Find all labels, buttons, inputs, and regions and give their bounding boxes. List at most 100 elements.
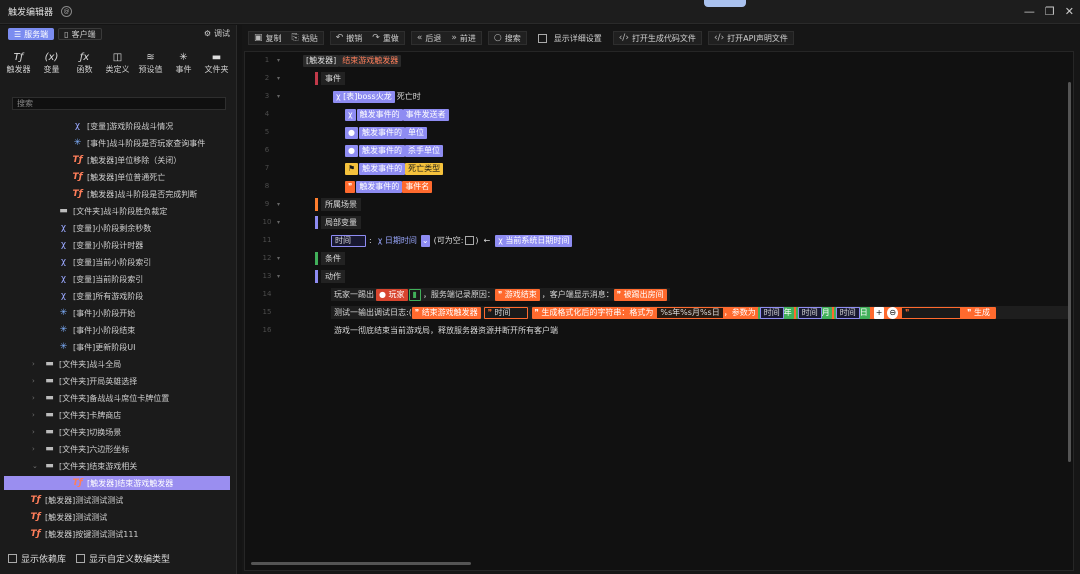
scene-section[interactable]: 所属场景 [315, 198, 361, 211]
tree-item[interactable]: › ▬ [文件夹]备战战斗席位卡牌位置 [0, 391, 237, 405]
tree-item[interactable]: χ [变量]小阶段剩余秒数 [0, 221, 237, 235]
format-string[interactable]: %s年%s月%s日 [656, 306, 724, 319]
local-var-name[interactable]: 时间 [331, 234, 366, 247]
action-end-game[interactable]: 游戏一彻底结束当前游戏局，释放服务器资源并断开所有客户端 [331, 324, 561, 337]
action-debug-log[interactable]: 测试一输出调试日志:( ❞ 结束游戏触发器 ❞ 时间 ❞ 生成格式化后的字符串：… [331, 306, 1071, 319]
reason-param[interactable]: ❞ 游戏结束 [494, 288, 540, 301]
new-class-button[interactable]: ◫ 类定义 [101, 52, 134, 75]
tree-item[interactable]: χ [变量]游戏阶段战斗情况 [0, 119, 237, 133]
tree-item[interactable]: Tƒ [触发器]结束游戏触发器 [4, 476, 230, 490]
param-day[interactable]: 时间日 [833, 306, 870, 319]
expand-arrow-icon[interactable]: ⌄ [32, 462, 40, 470]
tree-item[interactable]: Tƒ [触发器]战斗阶段是否完成判断 [0, 187, 237, 201]
tab-server[interactable]: ☰ 服务端 [8, 28, 55, 40]
tree-item[interactable]: › ▬ [文件夹]切换场景 [0, 425, 237, 439]
tree-item[interactable]: Tƒ [触发器]测试测试测试 [0, 493, 237, 507]
empty-string-param[interactable]: ❞ [901, 306, 962, 319]
show-detail-checkbox[interactable]: 显示详细设置 [533, 31, 607, 45]
undo-button[interactable]: ↶ 撤销 [331, 32, 368, 44]
redo-button[interactable]: ↷ 重做 [367, 32, 404, 44]
tree-item[interactable]: χ [变量]当前小阶段索引 [0, 255, 237, 269]
tree-item[interactable]: ✳ [事件]小阶段开始 [0, 306, 237, 320]
event-param[interactable]: ⚑ 触发事件的 死亡类型 [345, 162, 444, 175]
tree-item[interactable]: χ [变量]当前阶段索引 [0, 272, 237, 286]
generate-param[interactable]: ❞ 生成 [964, 307, 993, 319]
new-function-button[interactable]: ƒx 函数 [68, 52, 101, 75]
restore-button[interactable]: ❐ [1045, 5, 1055, 18]
tree-item[interactable]: › ▬ [文件夹]开局英雄选择 [0, 374, 237, 388]
search-input[interactable]: 搜索 [12, 97, 226, 110]
tree-item[interactable]: ✳ [事件]战斗阶段是否玩家查询事件 [0, 136, 237, 150]
message-param[interactable]: ❞ 被踢出房间 [613, 288, 667, 301]
local-var-type[interactable]: χ 日期时间 [375, 235, 420, 247]
forward-button[interactable]: » 前进 [446, 32, 481, 44]
expand-arrow-icon[interactable]: › [32, 445, 40, 453]
condition-section[interactable]: 条件 [315, 252, 345, 265]
chevron-down-icon[interactable]: ⌄ [420, 234, 430, 247]
local-var-value[interactable]: χ 当前系统日期时间 [495, 234, 573, 247]
action-kick-player[interactable]: 玩家一踢出 ● 玩家 ▮ ，服务端记录原因： ❞ 游戏结束 ，客户端显示消息： … [331, 288, 670, 301]
vertical-scrollbar[interactable] [1068, 82, 1071, 462]
open-gen-code-button[interactable]: ‹/› 打开生成代码文件 [614, 32, 701, 44]
tree-item[interactable]: ▬ [文件夹]战斗阶段胜负裁定 [0, 204, 237, 218]
expand-arrow-icon[interactable]: › [32, 360, 40, 368]
param-year[interactable]: 时间年 [757, 306, 794, 319]
tree-item[interactable]: ✳ [事件]小阶段结束 [0, 323, 237, 337]
tree-item[interactable]: › ▬ [文件夹]六边形坐标 [0, 442, 237, 456]
fold-icon[interactable]: ▾ [277, 255, 280, 262]
fold-icon[interactable]: ▾ [277, 75, 280, 82]
paste-button[interactable]: ⎘ 粘贴 [287, 32, 323, 44]
format-function[interactable]: ❞ 生成格式化后的字符串：格式为 %s年%s月%s日 ，参数为 时间年 时间月 … [531, 306, 996, 319]
new-trigger-button[interactable]: Tƒ 触发器 [2, 52, 35, 75]
action-section[interactable]: 动作 [315, 270, 345, 283]
log-string-param[interactable]: ❞ 结束游戏触发器 [411, 306, 481, 319]
close-button[interactable]: ✕ [1065, 5, 1074, 18]
event-section[interactable]: 事件 [315, 72, 345, 85]
open-api-button[interactable]: ‹/› 打开API声明文件 [709, 32, 793, 44]
new-folder-button[interactable]: ▬ 文件夹 [200, 52, 233, 75]
expand-arrow-icon[interactable]: › [32, 411, 40, 419]
player-param[interactable]: ● 玩家 [376, 288, 408, 301]
debug-button[interactable]: ⚙ 调试 [204, 28, 230, 39]
expand-arrow-icon[interactable]: › [32, 377, 40, 385]
back-button[interactable]: «后退 [412, 32, 447, 44]
tree-item[interactable]: Tƒ [触发器]单位移除（关闭） [0, 153, 237, 167]
minimize-button[interactable]: — [1024, 5, 1035, 18]
event-row[interactable]: χ [表]boss火龙 死亡时 [333, 90, 421, 103]
tree-item[interactable]: › ▬ [文件夹]卡牌商店 [0, 408, 237, 422]
tree-item[interactable]: χ [变量]所有游戏阶段 [0, 289, 237, 303]
tree-item[interactable]: χ [变量]小阶段计时器 [0, 238, 237, 252]
tree-item[interactable]: ⌄ ▬ [文件夹]结束游戏相关 [0, 459, 237, 473]
param-month[interactable]: 时间月 [795, 306, 832, 319]
time-param[interactable]: ❞ 时间 [483, 306, 528, 319]
fold-icon[interactable]: ▾ [277, 219, 280, 226]
show-custom-types-checkbox[interactable]: 显示自定义数编类型 [76, 552, 170, 565]
local-var-section[interactable]: 局部变量 [315, 216, 361, 229]
fold-icon[interactable]: ▾ [277, 273, 280, 280]
event-param[interactable]: ● 触发事件的 杀手单位 [345, 144, 443, 157]
new-variable-button[interactable]: (x) 变量 [35, 52, 68, 75]
trigger-name[interactable]: 结束游戏触发器 [339, 54, 402, 67]
tree-item[interactable]: Tƒ [触发器]单位普通死亡 [0, 170, 237, 184]
event-param[interactable]: ● 触发事件的 单位 [345, 126, 427, 139]
show-deps-checkbox[interactable]: 显示依赖库 [8, 552, 66, 565]
fold-icon[interactable]: ▾ [277, 201, 280, 208]
tree-item[interactable]: Tƒ [触发器]测试测试 [0, 510, 237, 524]
expand-arrow-icon[interactable]: › [32, 428, 40, 436]
fold-icon[interactable]: ▾ [277, 57, 280, 64]
new-preset-button[interactable]: ≋ 预设值 [134, 52, 167, 75]
copy-button[interactable]: ▣ 复制 [249, 32, 287, 44]
tab-client[interactable]: ▯ 客户端 [58, 28, 102, 40]
trigger-header[interactable]: [触发器] 结束游戏触发器 [303, 54, 402, 67]
event-param[interactable]: ❞ 触发事件的 事件名 [345, 180, 433, 193]
tree-item[interactable]: ✳ [事件]更新阶段UI [0, 340, 237, 354]
remove-param-icon[interactable]: ⊖ [887, 306, 899, 319]
expand-arrow-icon[interactable]: › [32, 394, 40, 402]
tree-item[interactable]: › ▬ [文件夹]战斗全局 [0, 357, 237, 371]
add-param-icon[interactable]: + [873, 306, 885, 319]
tree-item[interactable]: Tƒ [触发器]按键测试测试111 [0, 527, 237, 541]
version-icon[interactable]: @ [61, 6, 73, 17]
nullable-checkbox[interactable] [465, 236, 475, 245]
fold-icon[interactable]: ▾ [277, 93, 280, 100]
local-var-row[interactable]: 时间 : χ 日期时间 ⌄ (可为空: ) ← χ 当前系统日期时间 [331, 234, 573, 247]
